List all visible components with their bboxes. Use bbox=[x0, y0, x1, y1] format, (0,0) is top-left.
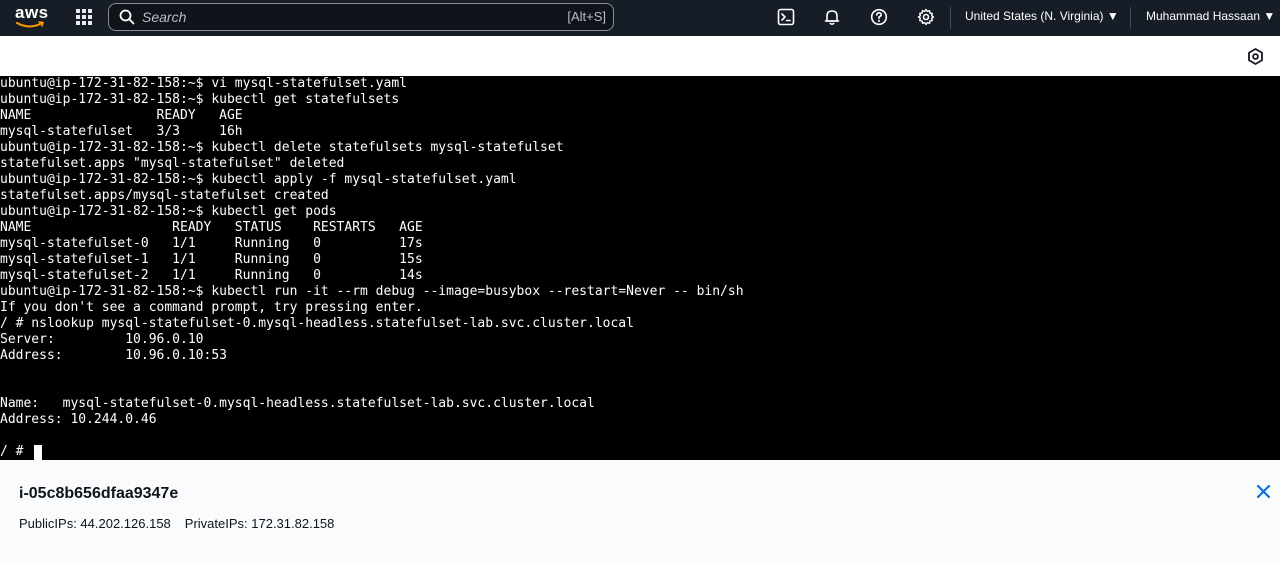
terminal-line: ubuntu@ip-172-31-82-158:~$ kubectl apply… bbox=[0, 172, 517, 187]
terminal-cursor bbox=[34, 445, 42, 460]
terminal-line: ubuntu@ip-172-31-82-158:~$ kubectl delet… bbox=[0, 140, 564, 155]
terminal-output[interactable]: ubuntu@ip-172-31-82-158:~$ vi mysql-stat… bbox=[0, 76, 1280, 460]
aws-smile-icon bbox=[16, 21, 45, 28]
terminal-line: Name: mysql-statefulset-0.mysql-headless… bbox=[0, 396, 595, 411]
session-settings-icon[interactable] bbox=[1247, 48, 1264, 65]
terminal-line: NAME READY AGE bbox=[0, 108, 243, 123]
terminal-line: ubuntu@ip-172-31-82-158:~$ kubectl get s… bbox=[0, 92, 400, 107]
instance-ips: PublicIPs: 44.202.126.158 PrivateIPs: 172… bbox=[19, 516, 334, 531]
search-input[interactable] bbox=[142, 7, 542, 27]
terminal-line: / # nslookup mysql-statefulset-0.mysql-h… bbox=[0, 316, 634, 331]
search-shortcut-hint: [Alt+S] bbox=[567, 9, 606, 24]
terminal-line: Address: 10.244.0.46 bbox=[0, 412, 157, 427]
search-icon bbox=[119, 9, 135, 25]
terminal-line: statefulset.apps "mysql-statefulset" del… bbox=[0, 156, 345, 171]
bell-icon bbox=[824, 10, 840, 25]
terminal-line: Server: 10.96.0.10 bbox=[0, 332, 204, 347]
terminal-line: mysql-statefulset 3/3 16h bbox=[0, 124, 243, 139]
cloudshell-button[interactable] bbox=[777, 8, 797, 28]
help-button[interactable] bbox=[870, 8, 890, 28]
header-divider bbox=[950, 7, 951, 29]
terminal-line: ubuntu@ip-172-31-82-158:~$ kubectl get p… bbox=[0, 204, 337, 219]
settings-button[interactable] bbox=[917, 8, 937, 28]
terminal-line: If you don't see a command prompt, try p… bbox=[0, 300, 423, 315]
user-menu[interactable]: Muhammad Hassaan ▼ bbox=[1146, 9, 1275, 23]
aws-logo-text: aws bbox=[15, 3, 49, 22]
services-grid-icon[interactable] bbox=[76, 9, 93, 26]
header-divider bbox=[1130, 7, 1131, 29]
help-icon bbox=[870, 8, 888, 26]
private-ips: PrivateIPs: 172.31.82.158 bbox=[184, 516, 335, 531]
public-ips: PublicIPs: 44.202.126.158 bbox=[19, 516, 171, 531]
terminal-line: NAME READY STATUS RESTARTS AGE bbox=[0, 220, 423, 235]
close-icon[interactable] bbox=[1256, 484, 1271, 499]
terminal-line: mysql-statefulset-2 1/1 Running 0 14s bbox=[0, 268, 423, 283]
terminal-prompt: / # bbox=[0, 444, 32, 459]
terminal-line: ubuntu@ip-172-31-82-158:~$ vi mysql-stat… bbox=[0, 76, 407, 91]
region-selector[interactable]: United States (N. Virginia) ▼ bbox=[965, 9, 1119, 23]
terminal-line: mysql-statefulset-1 1/1 Running 0 15s bbox=[0, 252, 423, 267]
terminal-line: mysql-statefulset-0 1/1 Running 0 17s bbox=[0, 236, 423, 251]
cloudshell-icon bbox=[777, 8, 795, 26]
terminal-line: ubuntu@ip-172-31-82-158:~$ kubectl run -… bbox=[0, 284, 744, 299]
instance-id: i-05c8b656dfaa9347e bbox=[19, 485, 179, 502]
notifications-button[interactable] bbox=[823, 8, 843, 28]
top-navigation-bar: aws [Alt+S] bbox=[0, 0, 1280, 36]
gear-icon bbox=[917, 8, 935, 26]
terminal-line: statefulset.apps/mysql-statefulset creat… bbox=[0, 188, 329, 203]
aws-logo[interactable]: aws bbox=[15, 3, 49, 30]
terminal-line: Address: 10.96.0.10:53 bbox=[0, 348, 227, 363]
session-toolbar bbox=[0, 36, 1280, 76]
search-box[interactable]: [Alt+S] bbox=[108, 3, 614, 31]
instance-info-panel: i-05c8b656dfaa9347e PublicIPs: 44.202.12… bbox=[0, 460, 1280, 562]
